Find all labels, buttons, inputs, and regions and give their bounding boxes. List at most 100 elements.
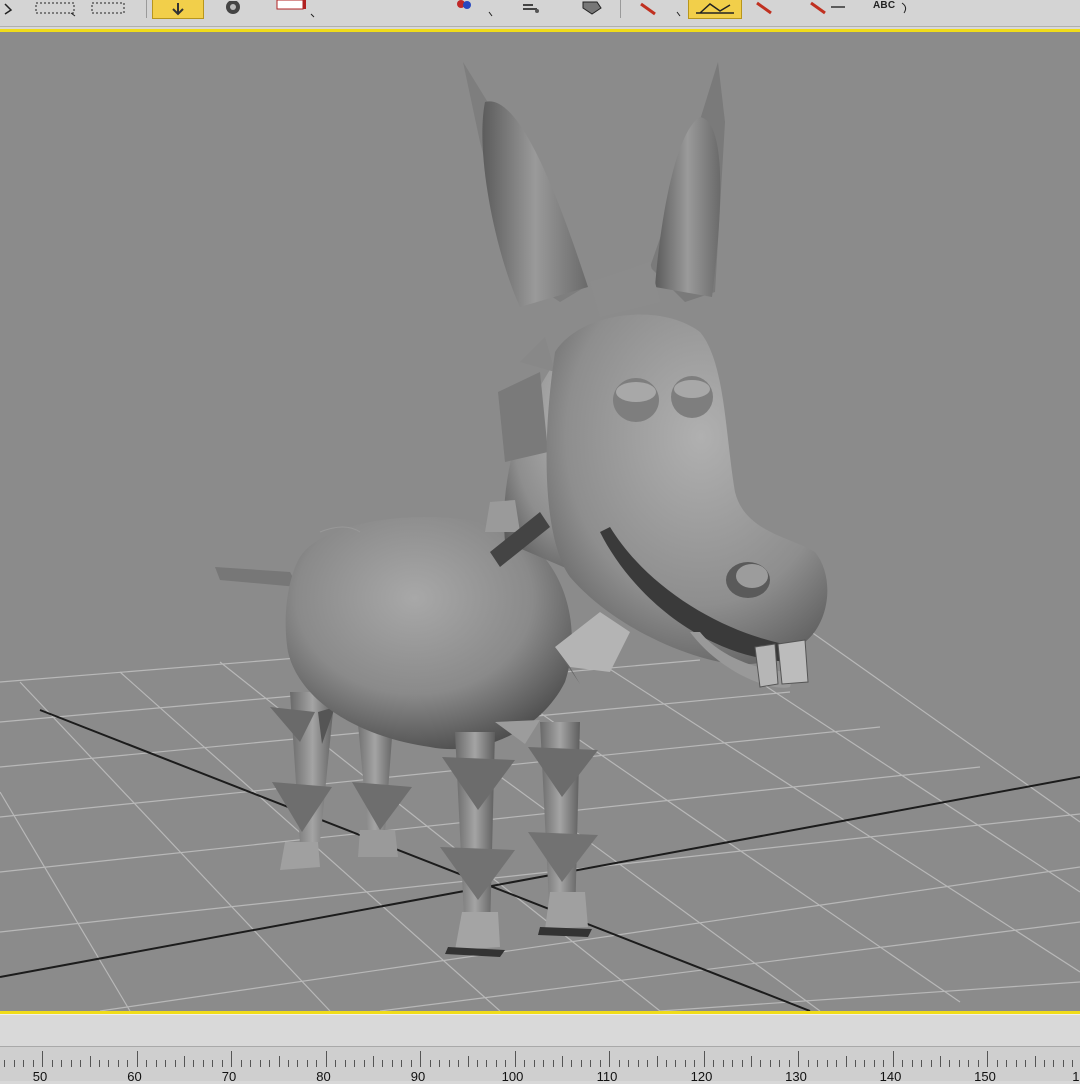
ruler-tick bbox=[89, 1056, 91, 1067]
ruler-tick bbox=[363, 1060, 365, 1067]
ruler-tick bbox=[911, 1060, 913, 1067]
ruler-tick bbox=[552, 1060, 554, 1067]
ruler-tick bbox=[647, 1060, 649, 1067]
ruler-tick bbox=[429, 1060, 431, 1067]
ruler-tick bbox=[599, 1060, 601, 1067]
ruler-label: 50 bbox=[32, 1069, 48, 1084]
ruler-tick bbox=[155, 1060, 157, 1067]
schematic-icon[interactable] bbox=[748, 0, 784, 18]
mirror-icon[interactable] bbox=[446, 0, 496, 18]
ruler-tick bbox=[788, 1060, 790, 1067]
ruler-tick bbox=[940, 1056, 941, 1067]
ruler-tick bbox=[108, 1060, 110, 1067]
main-toolbar: ABC bbox=[0, 0, 1080, 27]
curve-editor-icon[interactable] bbox=[688, 0, 742, 19]
ruler-tick bbox=[146, 1060, 148, 1067]
ruler-tick bbox=[798, 1051, 800, 1067]
ruler-tick bbox=[637, 1060, 639, 1067]
ruler-tick bbox=[864, 1060, 866, 1067]
ruler-tick bbox=[495, 1060, 497, 1067]
donkey-model bbox=[215, 62, 828, 957]
ruler-tick bbox=[476, 1060, 478, 1067]
ruler-tick bbox=[221, 1060, 223, 1067]
align-icon[interactable] bbox=[516, 0, 546, 18]
ruler-tick bbox=[410, 1060, 412, 1067]
arrow-icon[interactable] bbox=[2, 0, 14, 18]
ruler-tick bbox=[1006, 1060, 1008, 1067]
ruler-label: 140 bbox=[879, 1069, 902, 1084]
ruler-tick bbox=[202, 1060, 204, 1067]
ruler-tick bbox=[250, 1060, 252, 1067]
ruler-tick bbox=[61, 1060, 63, 1067]
ruler-tick bbox=[278, 1056, 280, 1067]
perspective-viewport[interactable] bbox=[0, 29, 1080, 1014]
scale-icon[interactable] bbox=[272, 0, 316, 18]
ruler-tick bbox=[297, 1060, 299, 1067]
ruler-tick bbox=[968, 1060, 970, 1067]
ruler-tick bbox=[136, 1051, 138, 1067]
viewport-scene bbox=[0, 62, 1080, 1011]
ruler-label: 110 bbox=[596, 1069, 618, 1084]
ruler-tick bbox=[259, 1060, 261, 1067]
ruler-label: 70 bbox=[221, 1069, 237, 1084]
ruler-tick bbox=[240, 1060, 242, 1067]
rotate-icon[interactable] bbox=[216, 0, 250, 18]
ruler-tick bbox=[684, 1060, 686, 1067]
ruler-tick bbox=[836, 1060, 838, 1067]
grid-axis-line bbox=[39, 709, 811, 1011]
ruler-tick bbox=[996, 1060, 998, 1067]
ruler-tick bbox=[193, 1060, 195, 1067]
ruler-tick bbox=[373, 1056, 374, 1067]
ruler-tick bbox=[817, 1060, 819, 1067]
ruler-tick bbox=[1043, 1060, 1045, 1067]
ruler-tick bbox=[902, 1060, 904, 1067]
ruler-tick bbox=[354, 1060, 356, 1067]
ruler-tick bbox=[562, 1056, 563, 1067]
ruler-tick bbox=[401, 1060, 403, 1067]
ruler-tick bbox=[335, 1060, 337, 1067]
ruler-tick bbox=[269, 1060, 271, 1067]
ruler-tick bbox=[4, 1060, 6, 1067]
ruler-tick bbox=[854, 1060, 856, 1067]
snap-icon[interactable] bbox=[630, 0, 686, 18]
ruler-tick bbox=[23, 1060, 25, 1067]
ruler-tick bbox=[656, 1056, 658, 1067]
ruler-tick bbox=[1025, 1060, 1027, 1067]
ruler-tick bbox=[117, 1060, 119, 1067]
ruler-tick bbox=[486, 1060, 488, 1067]
ruler-tick bbox=[1034, 1056, 1036, 1067]
ruler-tick bbox=[807, 1060, 809, 1067]
ruler-tick bbox=[212, 1060, 214, 1067]
window-crossing-icon[interactable] bbox=[88, 0, 128, 18]
ruler-tick bbox=[505, 1060, 507, 1067]
ruler-tick bbox=[42, 1051, 44, 1067]
layer-icon[interactable] bbox=[574, 0, 610, 18]
ruler-tick bbox=[977, 1060, 979, 1067]
ruler-label: 80 bbox=[316, 1069, 331, 1084]
grid-axis-line bbox=[0, 776, 1080, 978]
ruler-tick bbox=[127, 1060, 129, 1067]
ruler-label: 120 bbox=[690, 1069, 713, 1084]
ruler-tick bbox=[609, 1051, 611, 1067]
ruler-tick bbox=[987, 1051, 989, 1067]
ruler-tick bbox=[467, 1056, 469, 1067]
ruler-tick bbox=[779, 1060, 781, 1067]
material-editor-icon[interactable] bbox=[800, 0, 852, 18]
timeline-slider-track[interactable] bbox=[0, 1014, 1080, 1047]
region-select-icon[interactable] bbox=[32, 0, 78, 18]
ruler-tick bbox=[751, 1056, 752, 1067]
ruler-tick bbox=[184, 1056, 185, 1067]
ruler-tick bbox=[382, 1060, 384, 1067]
abc-text-icon[interactable]: ABC bbox=[873, 0, 895, 11]
ruler-tick bbox=[580, 1060, 582, 1067]
ruler-tick bbox=[883, 1060, 885, 1067]
time-ruler[interactable]: 50 60 70 80 90 100 110 120 130 140 150 16 bbox=[0, 1046, 1080, 1084]
ruler-tick bbox=[98, 1060, 100, 1067]
ruler-label: 130 bbox=[785, 1069, 807, 1084]
ruler-tick bbox=[694, 1060, 696, 1067]
ruler-tick bbox=[892, 1051, 894, 1067]
ruler-tick bbox=[325, 1051, 327, 1067]
ruler-tick bbox=[665, 1060, 667, 1067]
select-move-icon[interactable] bbox=[152, 0, 204, 19]
curve-icon[interactable] bbox=[898, 0, 914, 18]
